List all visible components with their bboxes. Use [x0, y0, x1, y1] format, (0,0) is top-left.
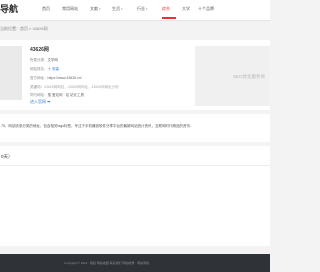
site-name: 43626网: [30, 47, 49, 53]
nav-item-life[interactable]: 生活▾: [112, 6, 123, 12]
site-description: 75，网站收录分类的地址，包含相关tags标签，专注于手机赚钱软件分享平台的最新…: [1, 124, 192, 128]
site-thumbnail: [0, 46, 22, 100]
footer: Copyright © 2021 · 版权 网站地图 联系我们 网站收录 · 网…: [0, 254, 270, 272]
stats-panel: 0天）: [0, 146, 270, 246]
info-label: 关键词：: [30, 85, 44, 89]
nav-item-common-sites[interactable]: 常用网站: [62, 6, 78, 12]
info-row-rank: 网站排名：十 安装: [30, 67, 59, 72]
site-logo[interactable]: 导航: [0, 2, 18, 15]
nav-item-literature[interactable]: 文献▾: [90, 6, 101, 12]
enter-site-button[interactable]: 进入官网 ➡: [30, 99, 50, 105]
nav-item-university[interactable]: 大学: [182, 6, 190, 12]
info-row-url: 官方网址：https://www.43626.cn/: [30, 76, 82, 81]
nav-item-general[interactable]: 综合: [162, 6, 170, 12]
chevron-down-icon: ▾: [121, 7, 123, 11]
peer-sites-links[interactable]: 搜 爱站网 · 站 站长工具: [48, 93, 85, 97]
chevron-down-icon: ▾: [146, 7, 148, 11]
nav-item-literature-label: 文献: [90, 6, 98, 11]
info-row-peers: 同行网站：搜 爱站网 · 站 站长工具: [30, 93, 84, 98]
nav-item-general-label: 综合: [162, 6, 170, 11]
site-description-box: 75，网站收录分类的地址，包含相关tags标签，专注于手机赚钱软件分享平台的最新…: [0, 114, 270, 142]
nav-item-home[interactable]: 首页: [42, 6, 50, 12]
footer-text: Copyright © 2021 · 版权 网站地图 联系我们 网站收录 · 网…: [64, 261, 150, 265]
top-navigation-bar: 导航 首页 常用网站 文献▾ 生活▾ 行业▾ 综合 大学 十个品牌: [0, 0, 270, 21]
info-row-category: 所属分类：文学网: [30, 58, 58, 63]
rank-value[interactable]: 十 安装: [48, 67, 59, 71]
nav-item-industry[interactable]: 行业▾: [137, 6, 148, 12]
panel-title: 0天）: [1, 154, 13, 159]
nav-item-industry-label: 行业: [137, 6, 145, 11]
info-row-keywords: 关键词：43626网网站，43626网网址，43626网网址分析: [30, 85, 119, 90]
site-info-card: 43626网 所属分类：文学网 网站排名：十 安装 官方网址：https://w…: [0, 40, 270, 110]
keywords-value: 43626网网站，43626网网址，43626网网址分析: [44, 85, 119, 89]
ad-banner[interactable]: SEO优化服务商: [195, 46, 270, 106]
breadcrumb: 当前位置：首页 » 43626网: [0, 26, 48, 31]
nav-item-top-brands[interactable]: 十个品牌: [198, 6, 214, 12]
active-nav-indicator: [162, 17, 176, 19]
info-label: 网站排名：: [30, 67, 48, 71]
info-label: 官方网址：: [30, 76, 48, 80]
ad-text: SEO优化服务商: [233, 74, 266, 79]
category-value[interactable]: 文学网: [48, 58, 59, 62]
official-url[interactable]: https://www.43626.cn/: [48, 76, 82, 80]
info-label: 同行网站：: [30, 93, 48, 97]
chevron-down-icon: ▾: [99, 7, 101, 11]
nav-item-life-label: 生活: [112, 6, 120, 11]
info-label: 所属分类：: [30, 58, 48, 62]
divider: [0, 165, 270, 166]
